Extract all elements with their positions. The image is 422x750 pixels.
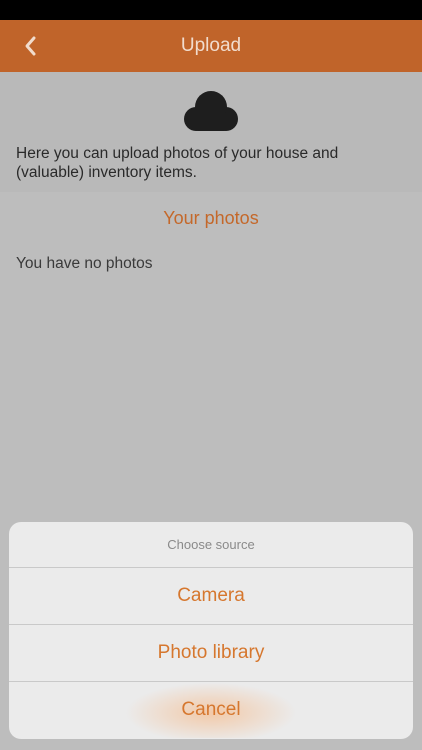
status-bar — [0, 0, 422, 20]
camera-option[interactable]: Camera — [9, 568, 413, 625]
intro-description: Here you can upload photos of your house… — [16, 145, 339, 181]
photos-title: Your photos — [163, 208, 259, 228]
choose-source-action-sheet: Choose source Camera Photo library Cance… — [9, 522, 413, 739]
action-sheet-title: Choose source — [9, 522, 413, 568]
navigation-bar: Upload — [0, 20, 422, 72]
cloud-icon — [184, 91, 238, 131]
intro-section: Here you can upload photos of your house… — [0, 72, 422, 192]
empty-photos-message: You have no photos — [16, 255, 153, 272]
page-title: Upload — [180, 35, 242, 56]
cancel-button[interactable]: Cancel — [9, 682, 413, 738]
photo-library-option[interactable]: Photo library — [9, 625, 413, 682]
